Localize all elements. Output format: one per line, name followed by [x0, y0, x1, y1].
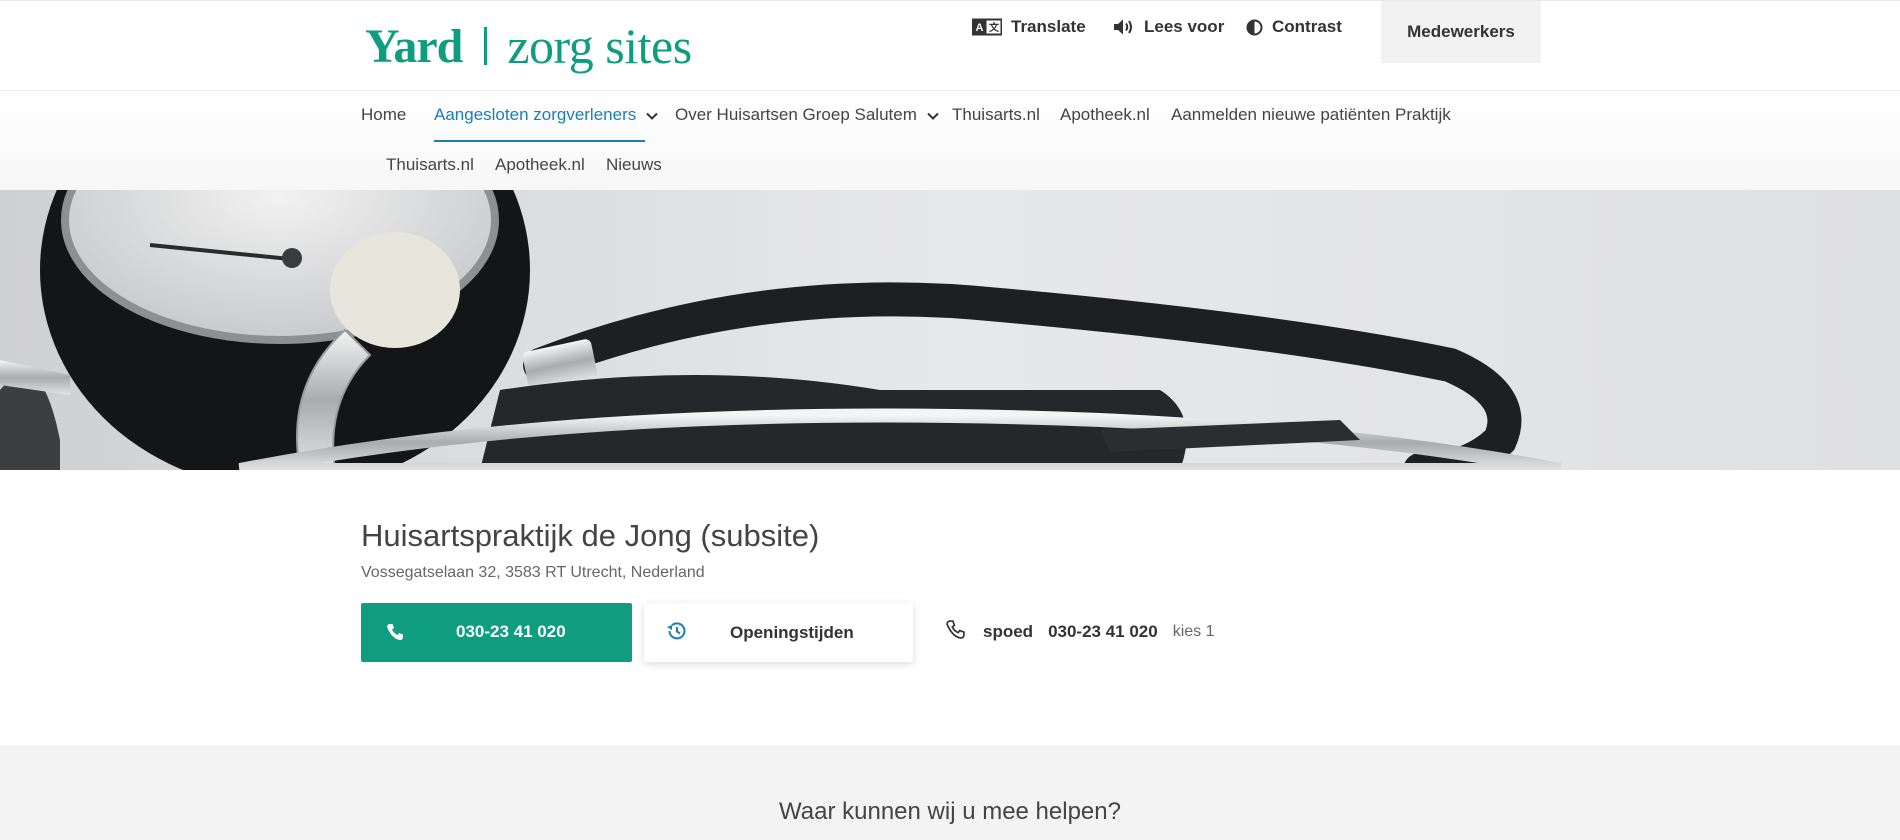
nav-item-label: Apotheek.nl: [1060, 105, 1150, 124]
speaker-icon: [1113, 18, 1135, 36]
translate-label: Translate: [1011, 17, 1086, 36]
site-logo[interactable]: Yard zorg sites: [365, 15, 692, 77]
staff-button[interactable]: Medewerkers: [1381, 1, 1541, 63]
history-icon: [665, 621, 687, 646]
emergency-label: spoed: [983, 622, 1034, 641]
nav-item-label: Apotheek.nl: [495, 155, 585, 174]
nav-item-label: Aanmelden nieuwe patiënten Praktijk: [1171, 105, 1451, 124]
site-header: Yard zorg sites A文 Translate Lees voor C…: [0, 0, 1900, 91]
phone-outline-icon: [946, 620, 965, 644]
logo-product: zorg sites: [507, 18, 692, 74]
svg-text:文: 文: [989, 21, 1000, 34]
nav-item-apotheek-secondary[interactable]: Apotheek.nl: [495, 155, 585, 175]
practice-address: Vossegatselaan 32, 3583 RT Utrecht, Nede…: [361, 564, 705, 581]
translate-icon: A文: [972, 18, 1002, 36]
read-aloud-label: Lees voor: [1144, 17, 1225, 36]
chevron-down-icon: [646, 105, 658, 125]
nav-item-apotheek[interactable]: Apotheek.nl: [1060, 105, 1150, 125]
hero-image: [0, 190, 1900, 470]
emergency-note: kies 1: [1172, 623, 1215, 640]
logo-divider: [484, 27, 488, 65]
nav-item-over-huisartsen-groep-salutem[interactable]: Over Huisartsen Groep Salutem: [675, 105, 939, 125]
opening-hours-button[interactable]: Openingstijden: [644, 603, 913, 662]
logo-brand: Yard: [365, 19, 463, 73]
hero-illustration: [0, 190, 1900, 470]
nav-item-thuisarts[interactable]: Thuisarts.nl: [952, 105, 1040, 125]
contrast-button[interactable]: Contrast: [1246, 17, 1342, 37]
call-button-label: 030-23 41 020: [456, 622, 566, 641]
read-aloud-button[interactable]: Lees voor: [1113, 17, 1224, 37]
chevron-down-icon: [927, 105, 939, 125]
translate-button[interactable]: A文 Translate: [972, 17, 1086, 37]
svg-text:A: A: [976, 22, 984, 34]
nav-item-label: Thuisarts.nl: [952, 105, 1040, 124]
nav-item-aangesloten-zorgverleners[interactable]: Aangesloten zorgverleners: [434, 105, 658, 125]
nav-item-label: Nieuws: [606, 155, 662, 174]
nav-item-thuisarts-secondary[interactable]: Thuisarts.nl: [386, 155, 474, 175]
page-title: Huisartspraktijk de Jong (subsite): [361, 518, 820, 553]
emergency-info: spoed 030-23 41 020 kies 1: [946, 620, 1215, 644]
practice-section: [0, 470, 1900, 745]
emergency-number[interactable]: 030-23 41 020: [1048, 622, 1158, 642]
nav-item-label: Over Huisartsen Groep Salutem: [675, 105, 917, 124]
call-button[interactable]: 030-23 41 020: [361, 603, 632, 662]
contrast-label: Contrast: [1272, 17, 1342, 36]
nav-item-aanmelden-nieuwe-patienten[interactable]: Aanmelden nieuwe patiënten Praktijk: [1171, 105, 1451, 125]
contrast-icon: [1246, 19, 1263, 36]
main-navigation: [0, 91, 1900, 190]
phone-icon: [386, 623, 404, 646]
nav-item-label: Home: [361, 105, 407, 124]
nav-item-label: Thuisarts.nl: [386, 155, 474, 174]
nav-item-label: Aangesloten zorgverleners: [434, 105, 637, 124]
nav-item-nieuws[interactable]: Nieuws: [606, 155, 662, 175]
opening-hours-label: Openingstijden: [730, 623, 854, 642]
nav-item-home[interactable]: Home: [361, 105, 406, 125]
help-title: Waar kunnen wij u mee helpen?: [779, 798, 1121, 825]
active-nav-indicator: [434, 140, 645, 142]
